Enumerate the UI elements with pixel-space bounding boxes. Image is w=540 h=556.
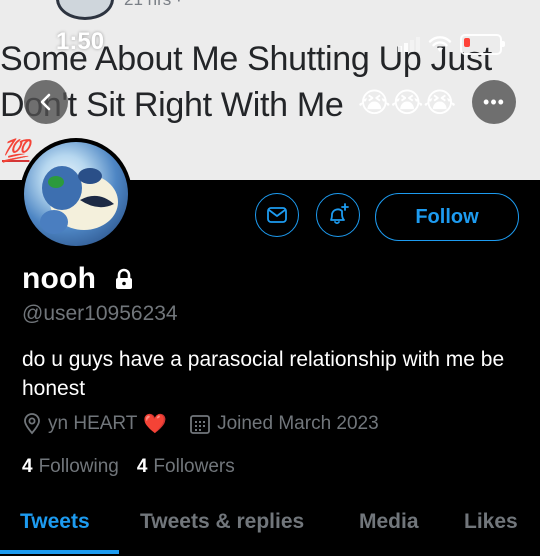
following-count: 4 bbox=[22, 456, 33, 477]
joined-item: Joined March 2023 bbox=[189, 413, 379, 435]
heart-emoji: ❤️ bbox=[143, 414, 168, 435]
follow-counts: 4 Following 4 Followers bbox=[22, 456, 235, 478]
message-button[interactable] bbox=[255, 193, 299, 237]
status-icons bbox=[398, 34, 505, 55]
location-item: yn HEART ❤️ bbox=[22, 412, 167, 436]
profile-handle: @user10956234 bbox=[22, 302, 178, 325]
following-label: Following bbox=[38, 456, 119, 477]
followers-link[interactable]: 4 Followers bbox=[137, 456, 235, 478]
follow-button[interactable]: Follow bbox=[375, 193, 519, 241]
calendar-icon bbox=[190, 415, 210, 434]
profile-tabs: Tweets Tweets & replies Media Likes bbox=[0, 492, 540, 556]
tab-tweets[interactable]: Tweets bbox=[20, 510, 90, 534]
mail-icon bbox=[267, 207, 287, 223]
active-tab-indicator bbox=[0, 550, 119, 554]
followers-count: 4 bbox=[136, 456, 148, 477]
status-time: 1:50 bbox=[56, 28, 105, 55]
profile-meta: yn HEART ❤️ Joined March 2023 bbox=[22, 410, 401, 438]
profile-name: nooh bbox=[22, 262, 97, 295]
profile-bio: do u guys have a parasocial relationship… bbox=[22, 348, 505, 400]
notifications-button[interactable] bbox=[316, 193, 360, 237]
profile-avatar[interactable] bbox=[20, 138, 132, 250]
banner-avatar bbox=[56, 0, 114, 20]
back-button[interactable] bbox=[24, 80, 68, 124]
signal-icon bbox=[398, 37, 420, 52]
battery-icon bbox=[460, 34, 505, 55]
banner-meta: 21 hrs · bbox=[124, 0, 182, 10]
tab-tweets-and-replies[interactable]: Tweets & replies bbox=[140, 510, 304, 534]
tab-likes[interactable]: Likes bbox=[464, 510, 518, 534]
location-text: yn HEART bbox=[48, 413, 138, 434]
more-icon: ••• bbox=[483, 91, 505, 112]
banner-100-badge: 💯 bbox=[2, 138, 30, 163]
location-pin-icon bbox=[24, 413, 40, 435]
more-options-button[interactable]: ••• bbox=[472, 80, 516, 124]
avatar-image bbox=[24, 142, 128, 246]
wifi-icon bbox=[428, 35, 452, 52]
following-link[interactable]: 4 Following bbox=[22, 456, 119, 478]
tab-media[interactable]: Media bbox=[359, 510, 419, 534]
lock-icon bbox=[116, 268, 132, 289]
joined-text: Joined March 2023 bbox=[217, 413, 379, 434]
followers-label: Followers bbox=[153, 456, 235, 477]
bell-plus-icon bbox=[330, 203, 349, 225]
chevron-left-icon bbox=[40, 93, 51, 111]
banner-emojis: 😭😭😭 bbox=[358, 87, 457, 118]
